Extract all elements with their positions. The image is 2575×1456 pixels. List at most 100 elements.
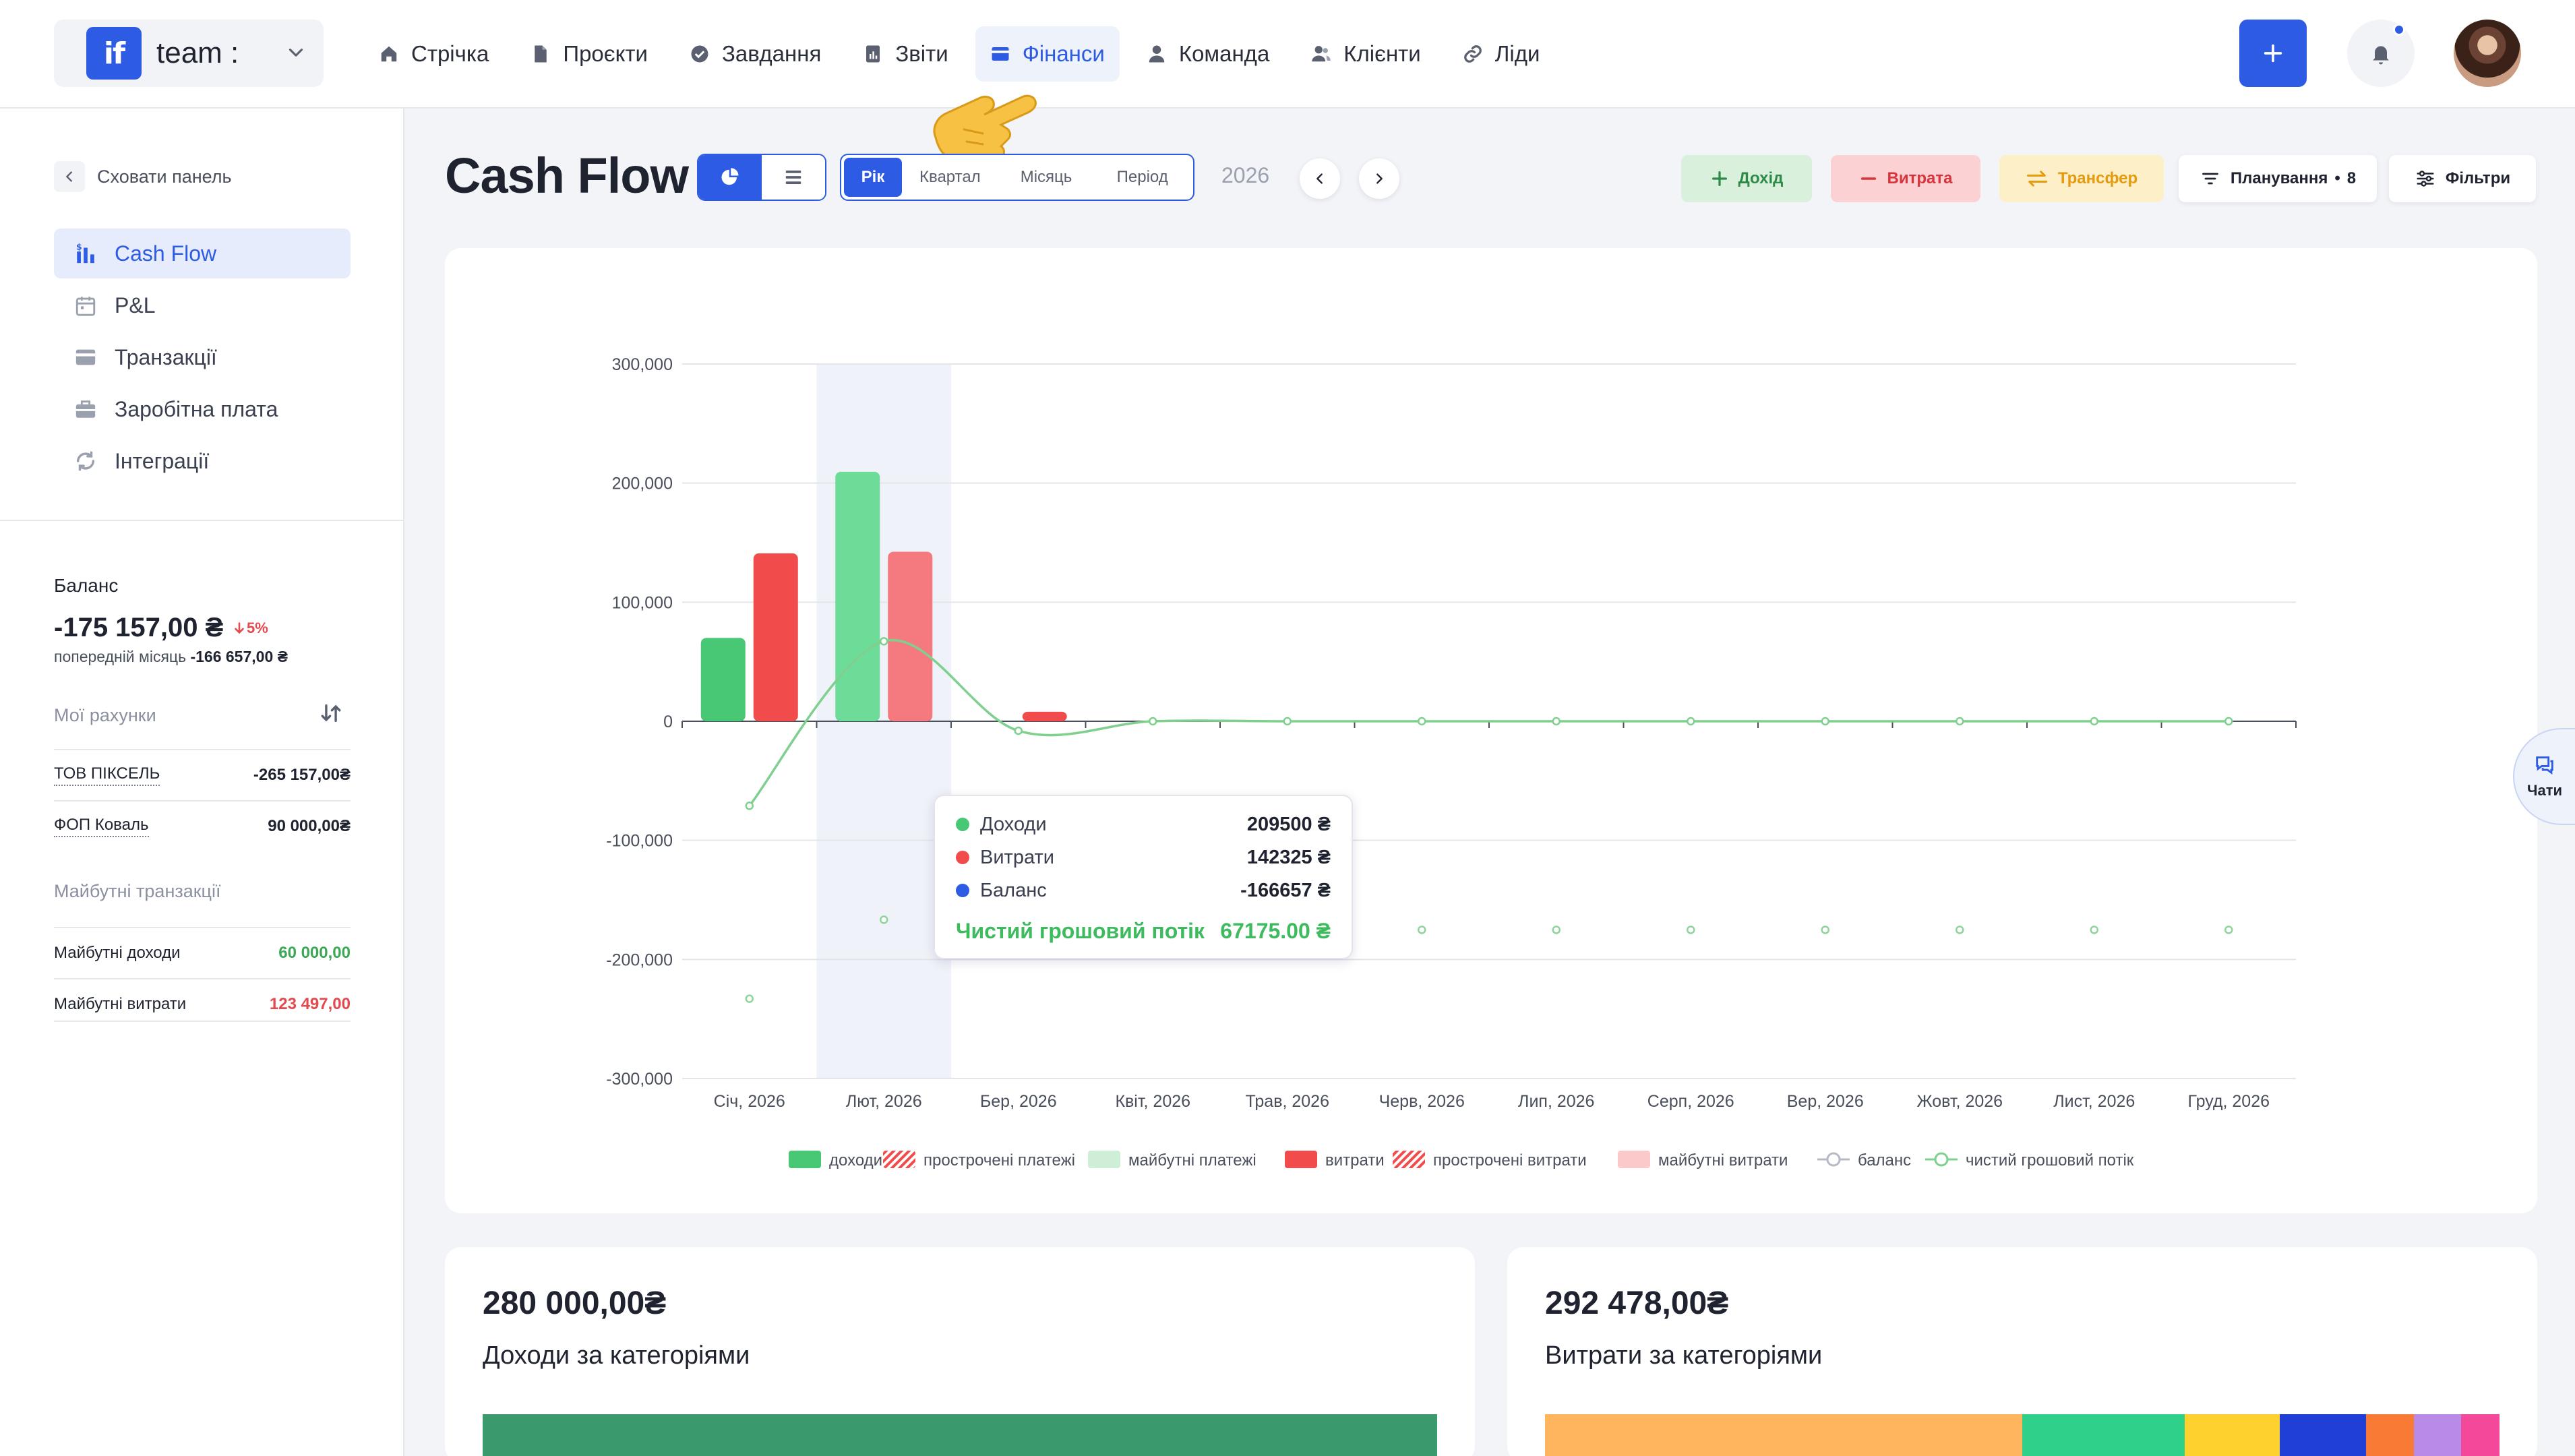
period-quarter[interactable]: Квартал	[902, 158, 998, 197]
card-icon	[75, 349, 96, 365]
x-tick-label: Вер, 2026	[1787, 1092, 1864, 1111]
account-row[interactable]: ФОП Коваль 90 000,00₴	[54, 800, 351, 851]
check-circle-icon	[691, 45, 708, 63]
category-segment[interactable]	[2184, 1414, 2280, 1456]
nav-item-label: Команда	[1178, 41, 1270, 66]
balance-point	[1821, 926, 1829, 934]
category-segment[interactable]	[2365, 1414, 2414, 1456]
x-tick-label: Січ, 2026	[714, 1092, 785, 1111]
y-tick-label: -200,000	[606, 950, 673, 969]
hide-panel-button[interactable]: Сховати панель	[54, 161, 232, 192]
period-year[interactable]: Рік	[844, 158, 902, 197]
period-custom[interactable]: Період	[1094, 158, 1190, 197]
tooltip-value: 209500 ₴	[1247, 814, 1331, 835]
chevron-right-icon	[1376, 173, 1383, 184]
nav-item-leads[interactable]: Ліди	[1448, 26, 1555, 82]
workspace-switcher[interactable]: if team :	[54, 20, 324, 87]
legend-swatch	[883, 1151, 915, 1168]
nav-item-feed[interactable]: Стрічка	[364, 26, 504, 82]
workspace-name: team :	[156, 36, 239, 69]
sort-icon[interactable]	[320, 702, 342, 725]
balance-change: 5%	[232, 619, 268, 637]
tooltip-dot	[956, 884, 969, 897]
home-icon	[381, 46, 397, 62]
x-tick-label: Бер, 2026	[980, 1092, 1057, 1111]
list-icon	[785, 171, 801, 184]
hide-panel-label: Сховати панель	[97, 166, 232, 187]
balance-point	[745, 994, 754, 1003]
planning-label: Планування	[2230, 169, 2328, 187]
bell-icon	[2373, 46, 2389, 65]
svg-text:$: $	[76, 242, 82, 252]
x-tick-label: Лют, 2026	[846, 1092, 922, 1111]
add-income-button[interactable]: Дохід	[1681, 155, 1812, 202]
create-button[interactable]	[2239, 20, 2307, 87]
view-toggle	[697, 154, 826, 201]
add-expense-label: Витрата	[1887, 169, 1953, 187]
sidebar-item-transactions[interactable]: Транзакції	[54, 332, 351, 382]
category-segment[interactable]	[2461, 1414, 2500, 1456]
period-month[interactable]: Місяць	[998, 158, 1095, 197]
legend-swatch	[1285, 1151, 1317, 1168]
future-name: Майбутні витрати	[54, 995, 187, 1013]
add-transfer-button[interactable]: Трансфер	[1999, 155, 2164, 202]
category-segment[interactable]	[2280, 1414, 2366, 1456]
category-segment[interactable]	[2022, 1414, 2185, 1456]
income-total: 280 000,00₴	[483, 1285, 667, 1321]
account-name[interactable]: ТОВ ПІКСЕЛЬ	[54, 764, 160, 786]
net-cash-flow-point	[2090, 717, 2098, 726]
x-tick-label: Серп, 2026	[1647, 1092, 1734, 1111]
cash-flow-chart-card: -300,000 -200,000 -100,000 0 100,000 200,000 3…	[445, 248, 2537, 1213]
balance-prev-value: -166 657,00 ₴	[190, 648, 288, 665]
list-view-button[interactable]	[762, 155, 825, 200]
add-expense-button[interactable]: Витрата	[1831, 155, 1980, 202]
filters-button[interactable]: Фільтри	[2389, 155, 2536, 202]
balance-title: Баланс	[54, 575, 119, 596]
expense-by-category-card: 292 478,00₴ Витрати за категоріями	[1507, 1247, 2537, 1456]
nav-item-label: Ліди	[1494, 41, 1540, 66]
net-cash-flow-point	[1014, 726, 1023, 735]
balance-point	[1552, 926, 1561, 934]
wallet-icon	[992, 47, 1009, 61]
legend-label: прострочені платежі	[923, 1151, 1075, 1170]
legend-label: майбутні платежі	[1128, 1151, 1256, 1170]
nav-item-projects[interactable]: Проєкти	[516, 26, 663, 82]
notifications-button[interactable]	[2347, 20, 2415, 87]
category-segment[interactable]	[1545, 1414, 2022, 1456]
legend-label: баланс	[1858, 1151, 1911, 1170]
nav-item-clients[interactable]: Клієнти	[1296, 26, 1435, 82]
category-segment[interactable]	[483, 1414, 1437, 1456]
sidebar-item-label: Заробітна плата	[115, 396, 278, 421]
nav-item-team[interactable]: Команда	[1132, 26, 1284, 82]
sidebar-item-salary[interactable]: Заробітна плата	[54, 384, 351, 434]
account-name[interactable]: ФОП Коваль	[54, 816, 149, 837]
account-row[interactable]: ТОВ ПІКСЕЛЬ -265 157,00₴	[54, 749, 351, 800]
filters-label: Фільтри	[2445, 169, 2511, 187]
category-segment[interactable]	[2413, 1414, 2462, 1456]
x-tick-label: Жовт, 2026	[1916, 1092, 2003, 1111]
user-avatar[interactable]	[2454, 20, 2521, 87]
expense-bar	[753, 553, 798, 721]
tooltip-value: -166657 ₴	[1240, 880, 1331, 901]
sidebar-item-pnl[interactable]: P&L	[54, 280, 351, 330]
net-cash-flow-point	[1821, 717, 1829, 726]
future-transactions-label: Майбутні транзакції	[54, 881, 221, 901]
x-tick-label: Квіт, 2026	[1115, 1092, 1190, 1111]
chevron-down-icon	[289, 49, 303, 57]
legend-label: чистий грошовий потік	[1966, 1151, 2134, 1170]
legend-swatch	[1618, 1151, 1650, 1168]
finance-menu: $ Cash Flow P&L Транзакції Заробітна пла…	[54, 229, 351, 488]
future-value: 60 000,00	[278, 944, 351, 962]
chart-view-button[interactable]	[698, 155, 762, 200]
prev-year-button[interactable]	[1300, 158, 1340, 199]
future-row: Майбутні доходи 60 000,00	[54, 927, 351, 978]
y-tick-label: 100,000	[612, 593, 673, 612]
sidebar-item-integrations[interactable]: Інтеграції	[54, 436, 351, 486]
net-cash-flow-point	[2224, 717, 2233, 726]
nav-item-tasks[interactable]: Завдання	[675, 26, 836, 82]
net-cash-flow-point	[1418, 717, 1426, 726]
future-divider	[54, 1021, 351, 1022]
sidebar-item-cash-flow[interactable]: $ Cash Flow	[54, 229, 351, 278]
planning-button[interactable]: Планування • 8	[2179, 155, 2377, 202]
next-year-button[interactable]	[1359, 158, 1399, 199]
